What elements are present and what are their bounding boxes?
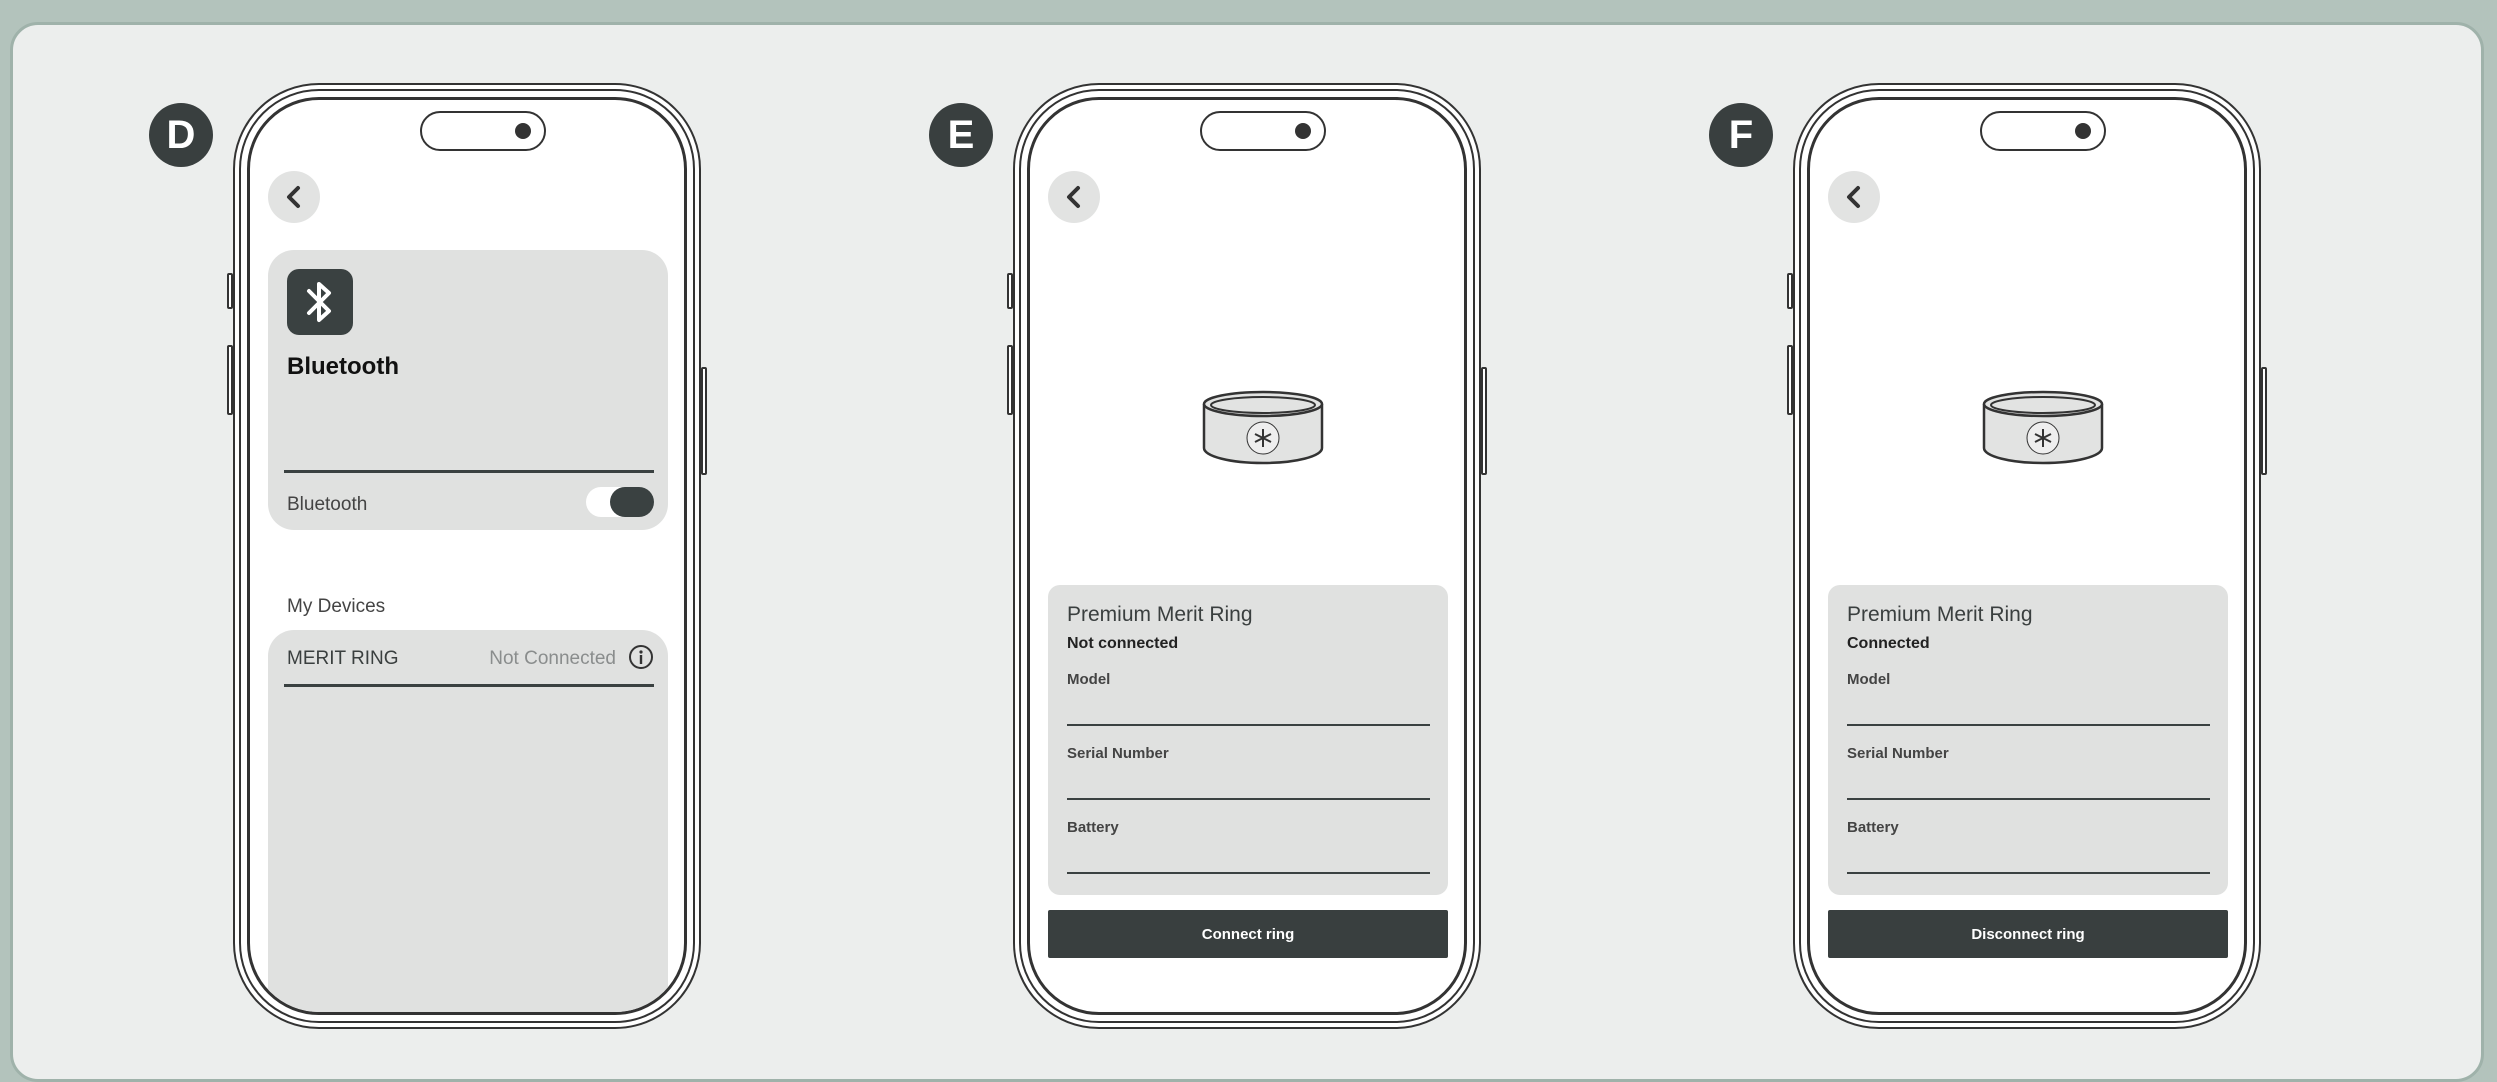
toggle-knob <box>610 487 654 517</box>
field-serial-value <box>1067 798 1430 800</box>
ring-icon <box>1202 390 1324 465</box>
bluetooth-toggle[interactable] <box>586 487 654 517</box>
chevron-left-icon <box>287 186 300 208</box>
ring-info-card: Premium Merit Ring Not connected Model S… <box>1048 585 1448 895</box>
device-name[interactable]: MERIT RING <box>287 648 399 670</box>
screen-ring-connected: Premium Merit Ring Connected Model Seria… <box>1807 97 2247 1015</box>
step-badge-f: F <box>1709 103 1773 167</box>
bluetooth-icon <box>287 269 353 335</box>
chevron-left-icon <box>1847 186 1860 208</box>
field-battery-value <box>1847 872 2210 874</box>
phone-d: Bluetooth Bluetooth My Devices MERIT RIN… <box>227 83 707 1029</box>
camera-dot <box>515 123 531 139</box>
my-devices-heading: My Devices <box>287 596 386 617</box>
phone-e: Premium Merit Ring Not connected Model S… <box>1007 83 1487 1029</box>
disconnect-ring-button[interactable]: Disconnect ring <box>1828 910 2228 958</box>
camera-dot <box>1295 123 1311 139</box>
connect-ring-button[interactable]: Connect ring <box>1048 910 1448 958</box>
bluetooth-toggle-label: Bluetooth <box>287 494 368 515</box>
field-label-battery: Battery <box>1847 819 1899 836</box>
phone-side-button <box>701 367 707 475</box>
field-label-serial: Serial Number <box>1067 745 1169 762</box>
connection-status: Not connected <box>1067 635 1179 652</box>
divider <box>284 684 654 687</box>
phone-side-button <box>2261 367 2267 475</box>
step-badge-d: D <box>149 103 213 167</box>
back-button[interactable] <box>1828 171 1880 223</box>
device-title: Premium Merit Ring <box>1067 603 1253 626</box>
ring-info-card: Premium Merit Ring Connected Model Seria… <box>1828 585 2228 895</box>
step-badge-e: E <box>929 103 993 167</box>
device-title: Premium Merit Ring <box>1847 603 2033 626</box>
field-model-value <box>1847 724 2210 726</box>
bluetooth-title: Bluetooth <box>287 353 399 380</box>
phone-f: Premium Merit Ring Connected Model Seria… <box>1787 83 2267 1029</box>
dynamic-island <box>1200 111 1326 151</box>
back-button[interactable] <box>1048 171 1100 223</box>
dynamic-island <box>1980 111 2106 151</box>
field-label-battery: Battery <box>1067 819 1119 836</box>
field-battery-value <box>1067 872 1430 874</box>
screen-bluetooth-settings: Bluetooth Bluetooth My Devices MERIT RIN… <box>247 97 687 1015</box>
field-label-serial: Serial Number <box>1847 745 1949 762</box>
devices-card: MERIT RING Not Connected <box>268 630 668 1012</box>
phone-side-button <box>1481 367 1487 475</box>
field-model-value <box>1067 724 1430 726</box>
ring-icon <box>1982 390 2104 465</box>
back-button[interactable] <box>268 171 320 223</box>
chevron-left-icon <box>1067 186 1080 208</box>
field-label-model: Model <box>1847 671 1891 688</box>
screen-ring-not-connected: Premium Merit Ring Not connected Model S… <box>1027 97 1467 1015</box>
camera-dot <box>2075 123 2091 139</box>
bluetooth-card: Bluetooth Bluetooth <box>268 250 668 530</box>
device-status: Not Connected <box>489 648 616 669</box>
dynamic-island <box>420 111 546 151</box>
connection-status: Connected <box>1847 635 1930 652</box>
info-icon[interactable] <box>628 644 654 670</box>
field-serial-value <box>1847 798 2210 800</box>
divider <box>284 470 654 473</box>
field-label-model: Model <box>1067 671 1111 688</box>
